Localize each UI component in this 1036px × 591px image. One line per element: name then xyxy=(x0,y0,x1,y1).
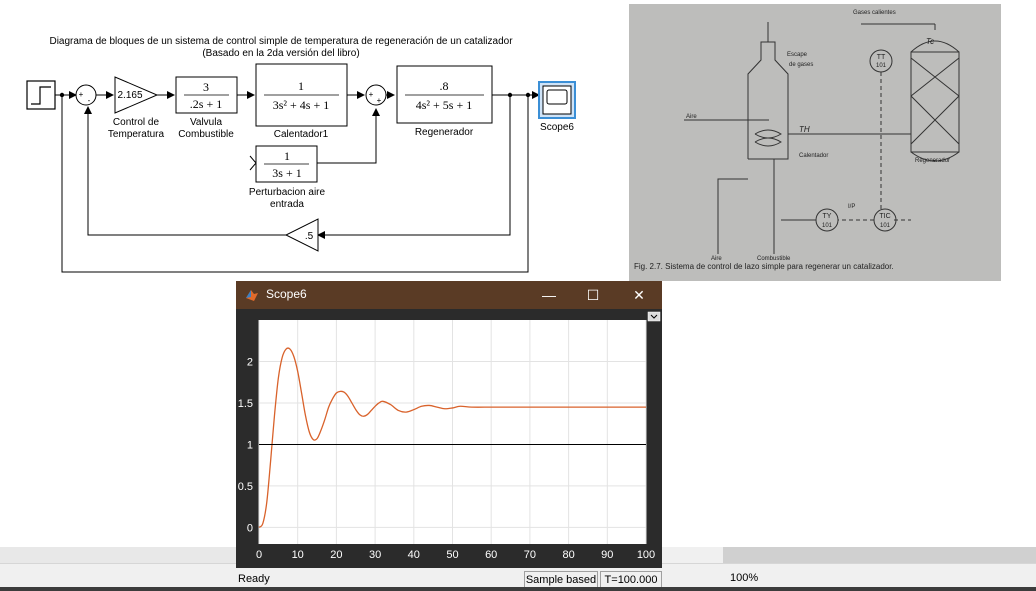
disturbance-label-2: entrada xyxy=(270,199,304,210)
disturbance-transfer-fcn[interactable]: 1 3s + 1 xyxy=(255,145,318,183)
valve-transfer-fcn[interactable]: 3 .2s + 1 xyxy=(175,76,238,114)
valve-label-2: Combustible xyxy=(178,129,234,140)
taskbar-edge xyxy=(0,587,1036,591)
simulink-statusbar-left xyxy=(0,563,236,588)
step-block[interactable] xyxy=(26,80,56,110)
x-tick-label: 10 xyxy=(292,549,304,561)
valve-label-1: Valvula xyxy=(190,117,222,128)
photo-label-tic: TIC xyxy=(879,213,890,220)
valve-denominator: .2s + 1 xyxy=(190,97,222,111)
heater-denominator: 3s² + 4s + 1 xyxy=(273,98,329,112)
status-ready: Ready xyxy=(238,573,270,585)
photo-label-tic-num: 101 xyxy=(880,223,891,229)
photo-caption: Fig. 2.7. Sistema de control de lazo sim… xyxy=(634,262,894,271)
regenerator-transfer-fcn[interactable]: .8 4s² + 5s + 1 xyxy=(396,65,493,124)
controller-gain-block[interactable]: 2.165 xyxy=(114,76,159,114)
photo-label-th: TH xyxy=(799,125,810,134)
scope-window[interactable]: Scope6 — ☐ ✕ 0 10 20 30 40 50 60 70 80 90 100 0 0.5 1… xyxy=(236,281,662,591)
y-tick-label: 2 xyxy=(247,356,253,368)
textbook-figure-photo: Gases calientes Escape de gases TT 101 T… xyxy=(629,4,1001,281)
photo-label-calentador: Calentador xyxy=(799,153,828,159)
disturbance-numerator: 1 xyxy=(284,149,290,163)
photo-label-aire-top: Aire xyxy=(686,114,697,120)
sum1-minus-sign: - xyxy=(88,96,91,105)
photo-label-tc: Tc xyxy=(926,37,934,46)
disturbance-denominator: 3s + 1 xyxy=(272,166,301,180)
sum-block-2[interactable]: + + xyxy=(365,84,387,106)
x-tick-label: 50 xyxy=(446,549,458,561)
scope-block[interactable] xyxy=(538,81,576,119)
y-tick-label: 0.5 xyxy=(238,481,253,493)
diagram-title-line1: Diagrama de bloques de un sistema de con… xyxy=(49,36,513,47)
scope-plot[interactable]: 0 10 20 30 40 50 60 70 80 90 100 0 0.5 1 1.5 2 xyxy=(236,309,662,568)
scope-titlebar[interactable]: Scope6 — ☐ ✕ xyxy=(236,281,662,309)
x-tick-label: 60 xyxy=(485,549,497,561)
matlab-logo-icon xyxy=(245,288,259,302)
x-tick-label: 70 xyxy=(524,549,536,561)
photo-label-ip: I/P xyxy=(848,204,855,210)
horizontal-scrollbar-left[interactable] xyxy=(0,547,236,563)
x-tick-label: 100 xyxy=(637,549,655,561)
x-tick-label: 30 xyxy=(369,549,381,561)
photo-label-escape: Escape xyxy=(787,52,808,58)
x-tick-label: 90 xyxy=(601,549,613,561)
photo-label-de-gases: de gases xyxy=(789,62,813,68)
photo-label-ty: TY xyxy=(823,213,832,220)
x-tick-label: 0 xyxy=(256,549,262,561)
photo-label-gases-calientes: Gases calientes xyxy=(853,10,896,16)
regenerator-denominator: 4s² + 5s + 1 xyxy=(416,98,472,112)
valve-numerator: 3 xyxy=(203,80,209,94)
heater-transfer-fcn[interactable]: 1 3s² + 4s + 1 xyxy=(255,63,348,127)
maximize-button[interactable]: ☐ xyxy=(578,284,608,306)
regenerator-numerator: .8 xyxy=(440,79,449,93)
close-button[interactable]: ✕ xyxy=(624,284,654,306)
photo-label-regenerador: Regenerador xyxy=(915,158,950,164)
heater-numerator: 1 xyxy=(298,79,304,93)
diagram-title-line2: (Basado en la 2da versión del libro) xyxy=(202,48,359,59)
simulink-statusbar-right xyxy=(662,563,1036,588)
x-tick-label: 80 xyxy=(562,549,574,561)
expand-axes-icon[interactable] xyxy=(647,311,661,322)
regenerator-label: Regenerador xyxy=(415,127,474,138)
controller-label-2: Temperatura xyxy=(108,129,165,140)
scope-window-title: Scope6 xyxy=(266,287,307,301)
heater-label: Calentador1 xyxy=(274,129,329,140)
photo-label-tt-num: 101 xyxy=(876,63,887,69)
horizontal-scrollbar-thumb[interactable] xyxy=(723,547,1036,563)
x-tick-label: 20 xyxy=(330,549,342,561)
photo-label-tt: TT xyxy=(877,54,886,61)
controller-label-1: Control de xyxy=(113,117,160,128)
feedback-gain-block[interactable]: .5 xyxy=(284,218,319,252)
y-tick-label: 1 xyxy=(247,439,253,451)
x-tick-label: 40 xyxy=(408,549,420,561)
feedback-gain-value: .5 xyxy=(305,231,314,242)
zoom-level: 100% xyxy=(730,572,759,584)
y-tick-label: 1.5 xyxy=(238,398,253,410)
controller-gain-value: 2.165 xyxy=(117,90,142,101)
disturbance-label-1: Perturbacion aire xyxy=(249,187,326,198)
sum2-plus-sign-2: + xyxy=(377,96,382,105)
y-tick-label: 0 xyxy=(247,522,253,534)
simulink-diagram: Diagrama de bloques de un sistema de con… xyxy=(26,36,576,273)
sum-block-1[interactable]: + - xyxy=(75,84,97,106)
minimize-button[interactable]: — xyxy=(534,284,564,306)
photo-label-ty-num: 101 xyxy=(822,223,833,229)
sum1-plus-sign: + xyxy=(79,90,84,99)
sum2-plus-sign-1: + xyxy=(369,90,374,99)
scope-block-label: Scope6 xyxy=(540,122,574,133)
